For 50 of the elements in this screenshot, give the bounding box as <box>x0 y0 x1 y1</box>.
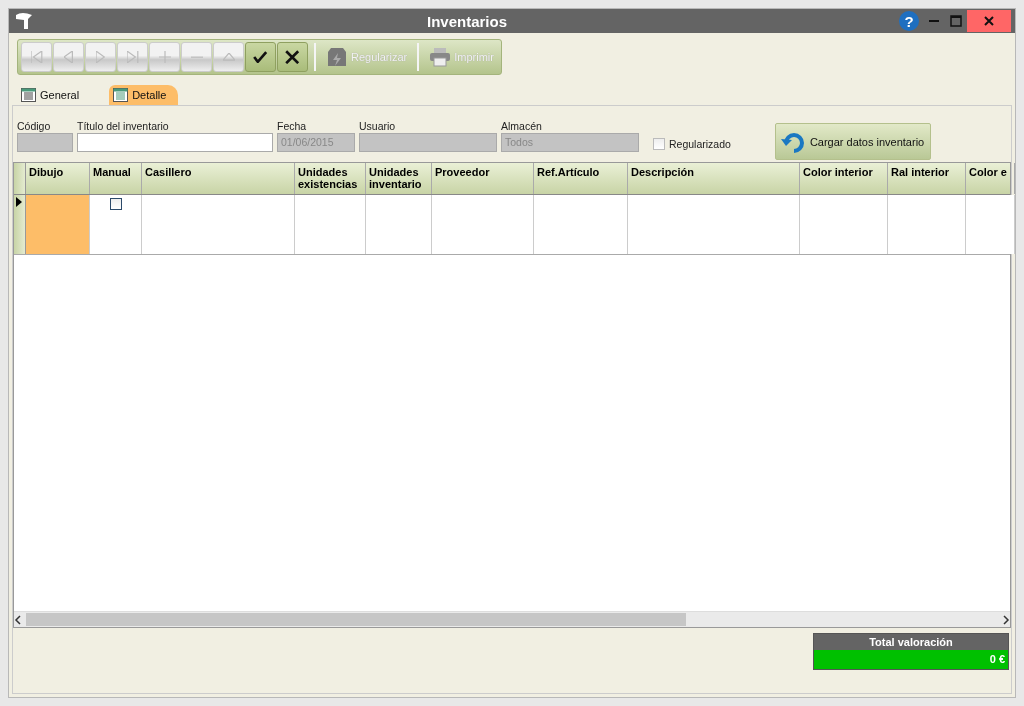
horizontal-scrollbar[interactable] <box>14 611 1010 627</box>
first-icon <box>30 51 43 63</box>
column-header[interactable]: Manual <box>90 163 142 194</box>
last-icon <box>126 51 139 63</box>
confirm-button[interactable] <box>245 42 276 72</box>
remove-icon <box>190 55 203 59</box>
cancel-icon <box>285 49 300 65</box>
field-label: Almacén <box>501 120 543 132</box>
column-header[interactable]: Dibujo <box>26 163 90 194</box>
tab[interactable]: Detalle <box>109 85 179 105</box>
prev-icon <box>64 51 73 63</box>
up-icon <box>222 53 235 61</box>
next-icon <box>96 51 105 63</box>
column-header[interactable]: Ref.Artículo <box>534 163 628 194</box>
list-icon <box>21 88 36 102</box>
field-label: Código <box>17 120 52 132</box>
close-icon <box>983 15 995 27</box>
column-header[interactable]: Ral interior <box>888 163 966 194</box>
scroll-left-icon[interactable] <box>14 614 22 625</box>
load-data-button[interactable]: Cargar datos inventario <box>774 123 931 160</box>
undo-arrow-icon <box>779 130 806 153</box>
add-icon <box>158 51 171 63</box>
column-header[interactable]: Unidades existencias <box>295 163 366 194</box>
column-header[interactable]: Unidades inventario <box>366 163 432 194</box>
column-header[interactable]: Casillero <box>142 163 295 194</box>
printer-icon <box>429 47 452 67</box>
checkbox[interactable] <box>653 138 665 150</box>
column-header[interactable]: Color interior <box>800 163 888 194</box>
field-label: Usuario <box>359 120 397 132</box>
minimize-icon <box>929 20 939 22</box>
cancel-button[interactable] <box>277 42 308 72</box>
column-header[interactable]: Descripción <box>628 163 800 194</box>
column-header[interactable]: Proveedor <box>432 163 534 194</box>
field-label: Título del inventario <box>77 120 170 132</box>
total-label: Total valoración <box>814 634 1008 650</box>
confirm-icon <box>253 51 268 63</box>
close-button[interactable] <box>967 10 1011 32</box>
total-value: 0 € <box>814 650 1008 669</box>
list-icon <box>113 88 129 102</box>
window-title: Inventarios <box>426 12 508 30</box>
input-field[interactable] <box>77 133 273 152</box>
column-header[interactable]: Color e <box>966 163 1015 194</box>
checkbox-label: Regularizado <box>669 138 731 150</box>
help-button[interactable]: ? <box>899 11 919 31</box>
maximize-icon <box>950 15 962 27</box>
checkbox[interactable] <box>109 198 122 210</box>
tab[interactable]: General <box>17 85 92 105</box>
box-bolt-icon <box>326 46 348 68</box>
field-label: Fecha <box>277 120 308 132</box>
scroll-right-icon[interactable] <box>1002 614 1010 625</box>
